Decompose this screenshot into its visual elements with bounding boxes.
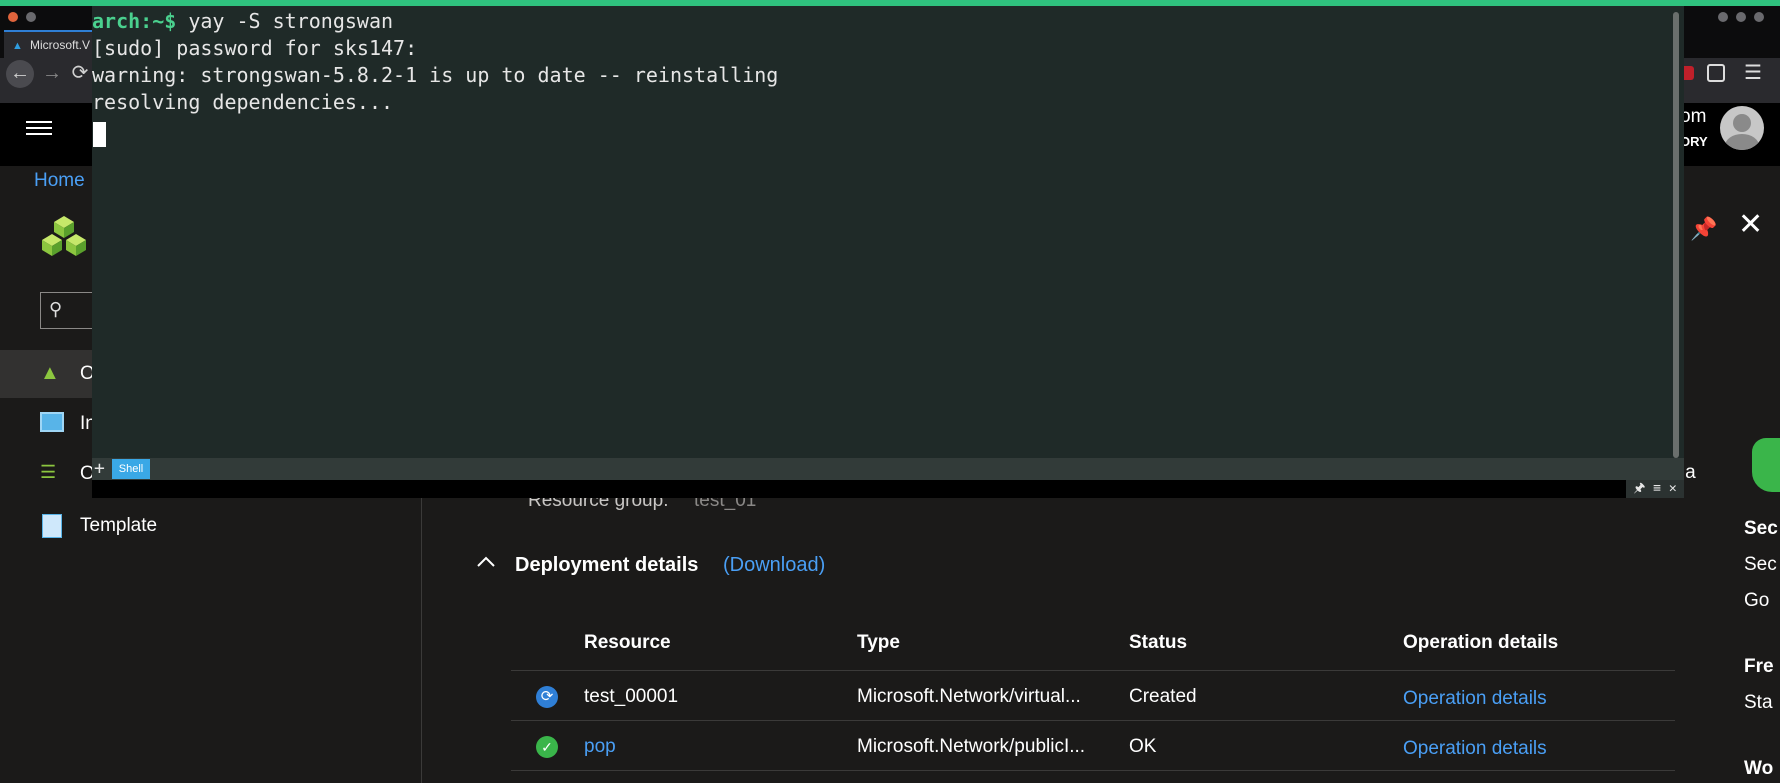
extension-mask-icon[interactable] — [1707, 64, 1725, 82]
table-cell-resource-link[interactable]: pop — [584, 736, 616, 758]
terminal-command: yay -S strongswan — [176, 9, 394, 33]
browser-tab-title: Microsoft.V — [30, 38, 91, 52]
table-divider — [511, 770, 1675, 771]
nav-item-template[interactable]: Template — [0, 502, 422, 550]
security-shield-icon — [1752, 438, 1780, 492]
terminal-bottom-bar — [92, 480, 1684, 498]
table-header-operation-details: Operation details — [1403, 632, 1559, 653]
terminal-window-controls[interactable]: 🖈 ≡ ✕ — [1626, 480, 1684, 498]
menu-dot-icon — [1736, 12, 1746, 22]
directory-name-partial[interactable]: ORY — [1680, 134, 1708, 149]
browser-tab[interactable]: ▲ Microsoft.V — [4, 30, 92, 58]
terminal-line: resolving dependencies... — [92, 90, 394, 114]
table-header-resource: Resource — [584, 632, 671, 653]
menu-dot-icon — [1754, 12, 1764, 22]
back-arrow-icon[interactable]: ← — [6, 60, 34, 88]
terminal-window[interactable]: arch:~$ yay -S strongswan [sudo] passwor… — [92, 6, 1684, 498]
template-document-icon — [42, 514, 62, 538]
table-cell-resource: test_00001 — [584, 686, 679, 707]
breadcrumb-home-link[interactable]: Home — [34, 170, 85, 192]
close-icon[interactable]: ✕ — [1738, 210, 1764, 240]
right-panel-heading: Wo — [1744, 758, 1774, 779]
check-circle-icon: ✓ — [536, 736, 558, 758]
right-panel-heading: Fre — [1744, 656, 1774, 677]
terminal-output: arch:~$ yay -S strongswan [sudo] passwor… — [92, 8, 778, 116]
table-divider — [511, 670, 1675, 671]
table-header-type: Type — [857, 632, 900, 653]
right-panel-link[interactable]: Sta — [1744, 692, 1773, 714]
pin-icon[interactable]: 📌 — [1690, 216, 1717, 241]
window-min-dot[interactable] — [26, 12, 36, 22]
inputs-monitor-icon — [40, 412, 64, 432]
forward-arrow-icon[interactable]: → — [38, 60, 66, 88]
deployment-cubes-icon — [42, 216, 86, 256]
user-avatar[interactable] — [1720, 106, 1764, 150]
operation-details-link[interactable]: Operation details — [1403, 688, 1547, 710]
window-close-dot[interactable] — [8, 12, 18, 22]
operation-details-link[interactable]: Operation details — [1403, 738, 1547, 760]
terminal-line: [sudo] password for sks147: — [92, 36, 418, 60]
azure-logo-icon: ▲ — [12, 40, 23, 52]
new-tab-plus-icon[interactable]: + — [94, 458, 105, 480]
terminal-line: warning: strongswan-5.8.2-1 is up to dat… — [92, 63, 779, 87]
reload-icon[interactable]: ⟳ — [66, 60, 94, 88]
outputs-list-icon: ☰ — [40, 462, 57, 482]
refresh-icon: ⟳ — [536, 686, 558, 708]
search-icon: ⚲ — [49, 299, 63, 319]
right-panel-heading: Sec — [1744, 518, 1778, 539]
browser-menu-icon[interactable]: ☰ — [1744, 60, 1762, 85]
deployment-details-title: Deployment details — [515, 554, 699, 576]
nav-item-label: Template — [80, 515, 158, 536]
table-cell-type: Microsoft.Network/virtual... — [857, 686, 1081, 707]
hamburger-menu-icon[interactable] — [26, 117, 52, 139]
table-cell-status: OK — [1129, 736, 1157, 757]
right-panel-text: Sec — [1744, 554, 1777, 575]
table-cell-status: Created — [1129, 686, 1197, 707]
terminal-tab-shell[interactable]: Shell — [112, 459, 150, 479]
terminal-prompt: arch:~$ — [92, 9, 177, 33]
menu-dot-icon — [1718, 12, 1728, 22]
terminal-tab-bar: + Shell — [92, 458, 1684, 480]
table-header-status: Status — [1129, 632, 1188, 653]
right-panel-link[interactable]: Go — [1744, 590, 1769, 612]
terminal-cursor — [93, 122, 106, 147]
terminal-scrollbar[interactable] — [1673, 12, 1679, 458]
table-divider — [511, 720, 1675, 721]
download-link[interactable]: (Download) — [723, 554, 825, 577]
table-cell-type: Microsoft.Network/publicI... — [857, 736, 1086, 757]
overview-cubes-icon: ▲ — [40, 362, 60, 384]
chevron-up-icon[interactable] — [476, 552, 496, 572]
